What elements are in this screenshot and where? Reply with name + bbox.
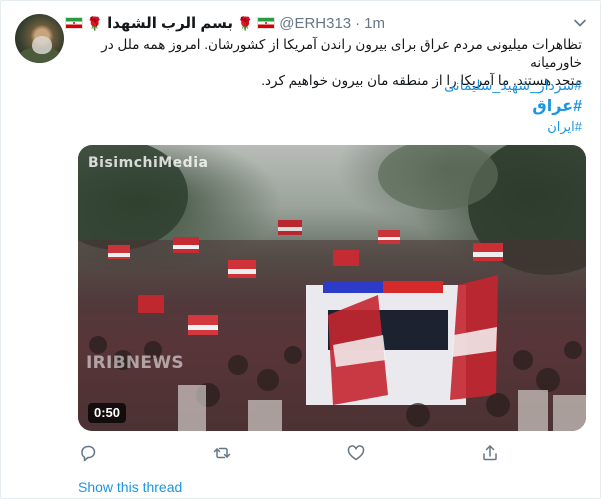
share-icon[interactable] xyxy=(480,443,500,463)
video-player[interactable]: BisimchiMedia IRIBNEWS 0:50 xyxy=(78,145,586,431)
rose-icon: 🌹 xyxy=(237,15,254,31)
tweet-header: 🌹 بسم الرب الشهدا 🌹 @ERH313 · 1m xyxy=(64,13,385,33)
hashtag-link[interactable]: #عراق xyxy=(444,96,582,118)
show-thread-link[interactable]: Show this thread xyxy=(78,479,182,495)
video-watermark: BisimchiMedia xyxy=(88,155,209,171)
timestamp[interactable]: 1m xyxy=(364,15,385,32)
iran-flag-icon xyxy=(64,17,83,29)
user-handle[interactable]: @ERH313 xyxy=(279,15,351,32)
display-name[interactable]: بسم الرب الشهدا xyxy=(107,14,233,32)
hashtag-list: #سردار_شهید_سلیمانی #عراق #ایران xyxy=(444,75,582,136)
video-watermark: IRIBNEWS xyxy=(86,353,184,373)
reply-icon[interactable] xyxy=(78,443,98,463)
hashtag-link[interactable]: #سردار_شهید_سلیمانی xyxy=(444,75,582,96)
iran-flag-icon xyxy=(257,17,276,29)
tweet-actions xyxy=(78,443,586,465)
like-icon[interactable] xyxy=(346,443,366,463)
retweet-icon[interactable] xyxy=(212,443,232,463)
video-duration-badge: 0:50 xyxy=(88,403,127,423)
separator-dot: · xyxy=(355,14,361,32)
hashtag-link[interactable]: #ایران xyxy=(444,118,582,136)
tweet-text-line: تظاهرات میلیونی مردم عراق برای بیرون ران… xyxy=(101,37,582,70)
tweet-card[interactable]: 🌹 بسم الرب الشهدا 🌹 @ERH313 · 1m تظاهرات… xyxy=(0,0,601,499)
rose-icon: 🌹 xyxy=(86,15,104,31)
avatar[interactable] xyxy=(15,14,64,63)
chevron-down-icon[interactable] xyxy=(571,14,589,32)
avatar-face xyxy=(32,36,52,54)
video-thumbnail xyxy=(78,145,586,431)
